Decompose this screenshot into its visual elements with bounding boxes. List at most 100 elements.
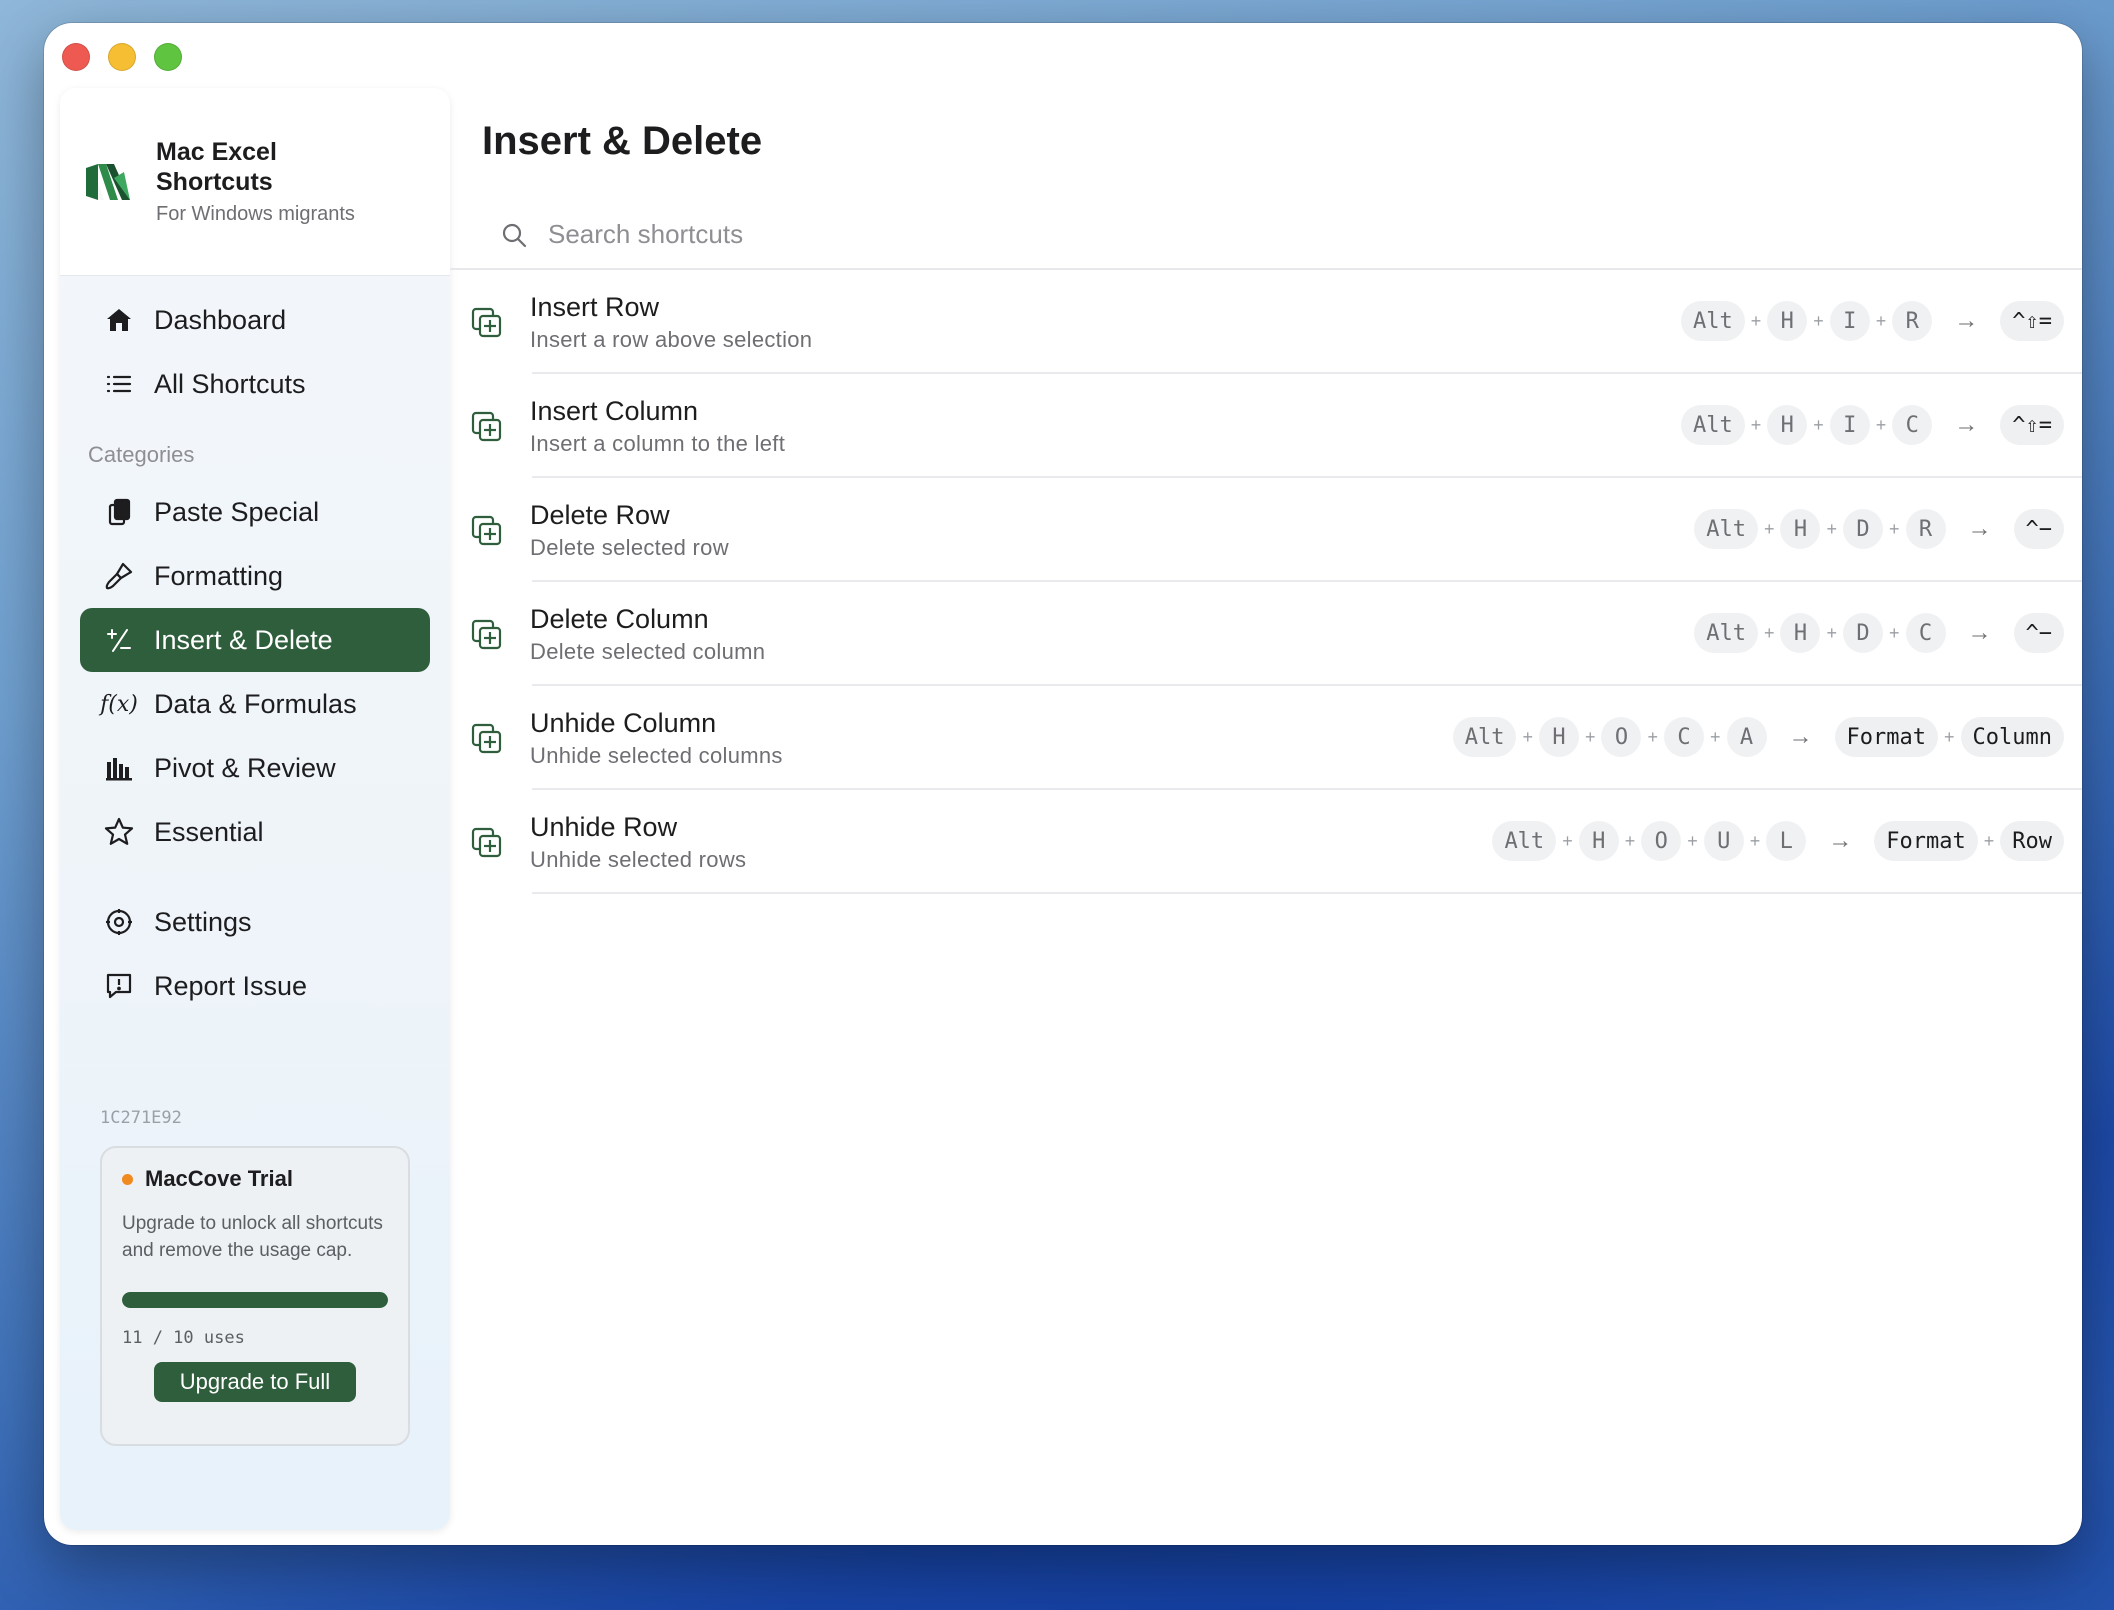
insert-table-icon — [470, 722, 504, 756]
windows-key: I — [1829, 301, 1870, 341]
shortcut-title: Delete Row — [530, 500, 670, 530]
insert-table-icon — [470, 410, 504, 444]
plus-minus-icon — [102, 623, 136, 657]
sidebar-item-label: Pivot & Review — [154, 752, 336, 783]
arrow-right-icon: → — [1954, 307, 1979, 334]
shortcut-row[interactable]: Delete Row Delete selected row Alt + H + D + R → ^… — [450, 478, 2082, 582]
shortcut-description: Delete selected column — [530, 639, 766, 664]
arrow-right-icon: → — [1954, 411, 1979, 438]
windows-key: C — [1664, 717, 1704, 757]
mac-key: ^⇧= — [2000, 405, 2064, 445]
windows-key: R — [1892, 301, 1933, 341]
categories-heading: Categories — [88, 442, 195, 467]
key-combo: Alt + H + O + C + A → Format + Column — [1452, 717, 2064, 757]
search-input[interactable] — [548, 219, 1148, 250]
plus-separator: + — [1763, 622, 1775, 643]
windows-key: Alt — [1492, 821, 1557, 861]
app-window: Mac Excel Shortcuts For Windows migrants… — [44, 23, 2082, 1545]
plus-separator: + — [1624, 830, 1636, 851]
upgrade-button[interactable]: Upgrade to Full — [154, 1362, 356, 1402]
windows-key: Alt — [1694, 613, 1758, 653]
key-combo: Alt + H + I + R → ^⇧= — [1680, 301, 2064, 341]
sidebar-item-dashboard[interactable]: Dashboard — [80, 288, 430, 352]
sidebar-item-paste-special[interactable]: Paste Special — [80, 480, 430, 544]
sidebar-item-insert-delete[interactable]: Insert & Delete — [80, 608, 430, 672]
search-icon — [502, 223, 527, 247]
windows-key: Alt — [1694, 509, 1758, 549]
mac-key: Format — [1874, 821, 1978, 861]
paintbrush-icon — [102, 559, 136, 593]
windows-key: R — [1905, 509, 1946, 549]
shortcut-description: Unhide selected columns — [530, 743, 783, 768]
sidebar-item-essential[interactable]: Essential — [80, 800, 430, 864]
app-title: Mac Excel Shortcuts — [156, 138, 277, 196]
bar-chart-icon — [102, 751, 136, 785]
app-subtitle: For Windows migrants — [156, 203, 355, 225]
sidebar-item-label: Essential — [154, 816, 264, 847]
sidebar-item-label: Data & Formulas — [154, 688, 357, 719]
plus-separator: + — [1813, 414, 1824, 435]
mac-key: ^⇧= — [2000, 301, 2064, 341]
sidebar-item-pivot-review[interactable]: Pivot & Review — [80, 736, 430, 800]
insert-table-icon — [470, 306, 504, 340]
sidebar-item-label: Dashboard — [154, 304, 287, 335]
windows-key: H — [1578, 821, 1619, 861]
shortcut-row[interactable]: Insert Column Insert a column to the left… — [450, 374, 2082, 478]
shortcut-title: Unhide Column — [530, 708, 717, 738]
plus-separator: + — [1763, 518, 1775, 539]
key-combo: Alt + H + I + C → ^⇧= — [1680, 405, 2064, 445]
plus-separator: + — [1710, 726, 1721, 747]
plus-separator: + — [1750, 414, 1762, 435]
search-bar — [500, 219, 1148, 250]
shortcut-description: Unhide selected rows — [530, 847, 747, 872]
shortcut-row[interactable]: Insert Row Insert a row above selection Al… — [450, 270, 2082, 374]
arrow-right-icon: → — [1967, 619, 1992, 646]
plus-separator: + — [1562, 830, 1573, 851]
trial-card: MacCove Trial Upgrade to unlock all shor… — [100, 1146, 410, 1446]
plus-separator: + — [1813, 310, 1824, 331]
windows-key: L — [1766, 821, 1807, 861]
windows-key: D — [1842, 613, 1883, 653]
windows-key: C — [1905, 613, 1946, 653]
shortcut-row[interactable]: Delete Column Delete selected column Alt + H… — [450, 582, 2082, 686]
usage-progress-fill — [122, 1292, 388, 1308]
arrow-right-icon: → — [1788, 723, 1813, 750]
sidebar-item-data-formulas[interactable]: f(x) Data & Formulas — [80, 672, 430, 736]
plus-separator: + — [1826, 518, 1837, 539]
plus-separator: + — [1944, 726, 1955, 747]
mac-key: Column — [1960, 717, 2064, 757]
windows-key: Alt — [1452, 717, 1517, 757]
sidebar-item-all-shortcuts[interactable]: All Shortcuts — [80, 352, 430, 416]
trial-description: Upgrade to unlock all shortcuts and remo… — [122, 1213, 383, 1261]
sidebar-item-label: Formatting — [154, 560, 284, 591]
mac-key: ^− — [2013, 613, 2064, 653]
shortcut-row[interactable]: Unhide Row Unhide selected rows Alt + H + O + U +… — [450, 790, 2082, 894]
sidebar-item-formatting[interactable]: Formatting — [80, 544, 430, 608]
sidebar: Mac Excel Shortcuts For Windows migrants… — [60, 88, 450, 1530]
insert-table-icon — [470, 618, 504, 652]
mac-key: Row — [2000, 821, 2064, 861]
shortcut-title: Insert Column — [530, 396, 699, 426]
arrow-right-icon: → — [1828, 827, 1853, 854]
clipboard-icon — [102, 495, 136, 529]
windows-key: A — [1726, 717, 1767, 757]
windows-key: O — [1641, 821, 1682, 861]
window-controls — [62, 43, 182, 71]
minimize-window-button[interactable] — [108, 43, 136, 71]
windows-key: O — [1601, 717, 1642, 757]
zoom-window-button[interactable] — [154, 43, 182, 71]
mac-key: Format — [1834, 717, 1938, 757]
windows-key: I — [1829, 405, 1870, 445]
sidebar-item-settings[interactable]: Settings — [80, 890, 430, 954]
sidebar-item-report-issue[interactable]: Report Issue — [80, 954, 430, 1018]
sidebar-item-label: Insert & Delete — [154, 624, 333, 655]
key-combo: Alt + H + D + R → ^− — [1694, 509, 2064, 549]
shortcut-description: Insert a column to the left — [530, 431, 786, 456]
speech-bubble-exclamation-icon — [102, 969, 136, 1003]
shortcut-row[interactable]: Unhide Column Unhide selected columns Alt +… — [450, 686, 2082, 790]
sidebar-item-label: All Shortcuts — [154, 368, 306, 399]
shortcut-description: Insert a row above selection — [530, 327, 813, 352]
mac-key: ^− — [2013, 509, 2064, 549]
excel-logo-icon — [86, 163, 130, 200]
close-window-button[interactable] — [62, 43, 90, 71]
